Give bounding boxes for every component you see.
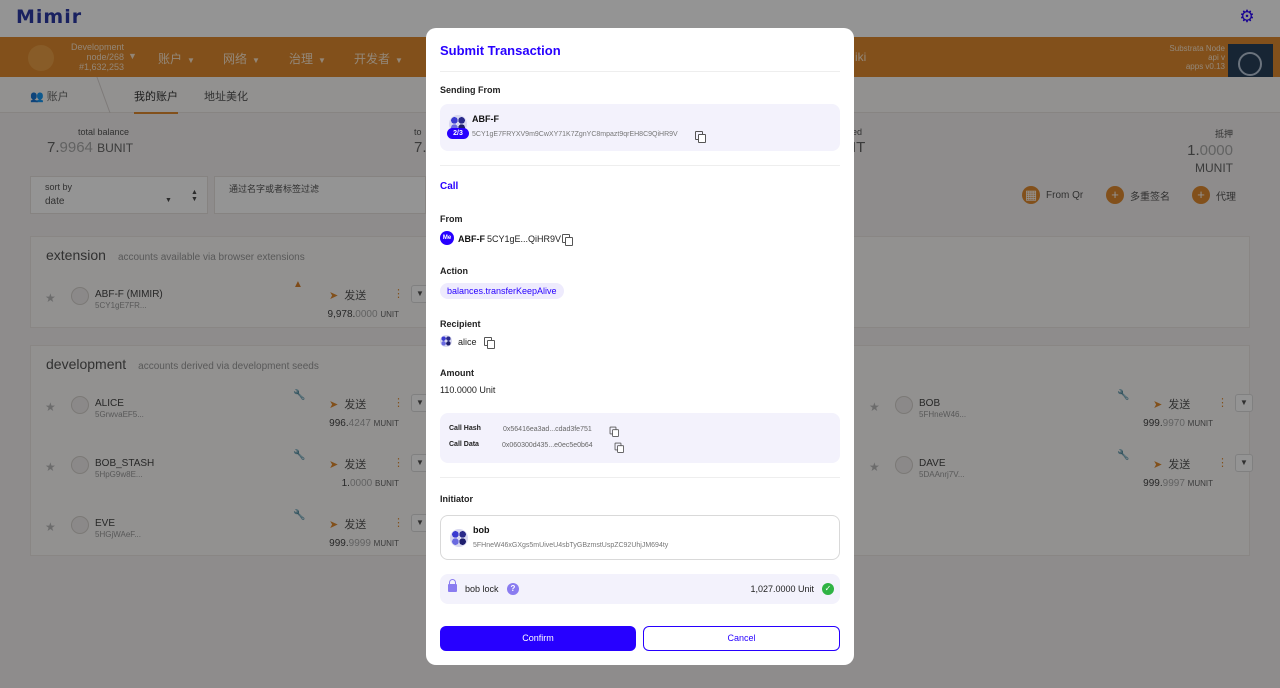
call-heading: Call [440, 181, 459, 192]
copy-icon[interactable] [484, 337, 495, 349]
cancel-button[interactable]: Cancel [643, 626, 840, 651]
recipient-label: Recipient [440, 319, 481, 329]
action-method-pill: balances.transferKeepAlive [440, 283, 564, 299]
call-info-card: Call Hash 0x56416ea3ad...cdad3fe751 Call… [440, 413, 840, 463]
initiator-address: 5FHneW46xGXgs5mUiveU4sbTyGBzmstUspZC92Uh… [473, 542, 669, 549]
multisig-badge: 2/3 [447, 128, 469, 139]
sending-from-label: Sending From [440, 85, 501, 95]
divider [440, 477, 840, 478]
divider [440, 165, 840, 166]
initiator-label: Initiator [440, 494, 473, 504]
copy-icon[interactable] [562, 234, 573, 246]
sender-card: 2/3 ABF-F 5CY1gE7FRYXV9m9CwXY71K7ZgnYC8m… [440, 104, 840, 151]
divider [440, 71, 840, 72]
recipient-identicon [440, 335, 452, 347]
sender-name: ABF-F [472, 114, 499, 124]
modal-title: Submit Transaction [440, 43, 561, 58]
initiator-identicon [450, 529, 468, 547]
amount-value: 110.0000 Unit [440, 385, 496, 395]
action-label: Action [440, 266, 468, 276]
from-name: ABF-F [458, 234, 485, 244]
me-badge: Me [440, 231, 454, 245]
check-icon: ✓ [822, 583, 834, 595]
lock-amount: 1,027.0000 Unit [750, 584, 814, 594]
initiator-select[interactable]: bob 5FHneW46xGXgs5mUiveU4sbTyGBzmstUspZC… [440, 515, 840, 560]
help-icon[interactable]: ? [507, 583, 519, 595]
call-data-label: Call Data [449, 441, 479, 448]
from-address: 5CY1gE...QiHR9V [487, 234, 562, 244]
copy-icon[interactable] [614, 442, 624, 453]
recipient-name: alice [458, 337, 477, 347]
lock-row: bob lock ? 1,027.0000 Unit ✓ [440, 574, 840, 604]
call-hash-label: Call Hash [449, 425, 481, 432]
lock-label: bob lock [465, 584, 499, 594]
call-data-value: 0x060300d435...e0ec5e0b64 [502, 442, 593, 449]
initiator-name: bob [473, 525, 490, 535]
copy-icon[interactable] [695, 131, 706, 143]
from-label: From [440, 214, 463, 224]
sender-address: 5CY1gE7FRYXV9m9CwXY71K7ZgnYC8mpazt9qrEH8… [472, 131, 678, 138]
amount-label: Amount [440, 368, 474, 378]
confirm-button[interactable]: Confirm [440, 626, 636, 651]
submit-transaction-modal: Submit Transaction Sending From 2/3 ABF-… [426, 28, 854, 665]
lock-icon [448, 579, 457, 592]
call-hash-value: 0x56416ea3ad...cdad3fe751 [503, 426, 592, 433]
copy-icon[interactable] [609, 426, 619, 437]
